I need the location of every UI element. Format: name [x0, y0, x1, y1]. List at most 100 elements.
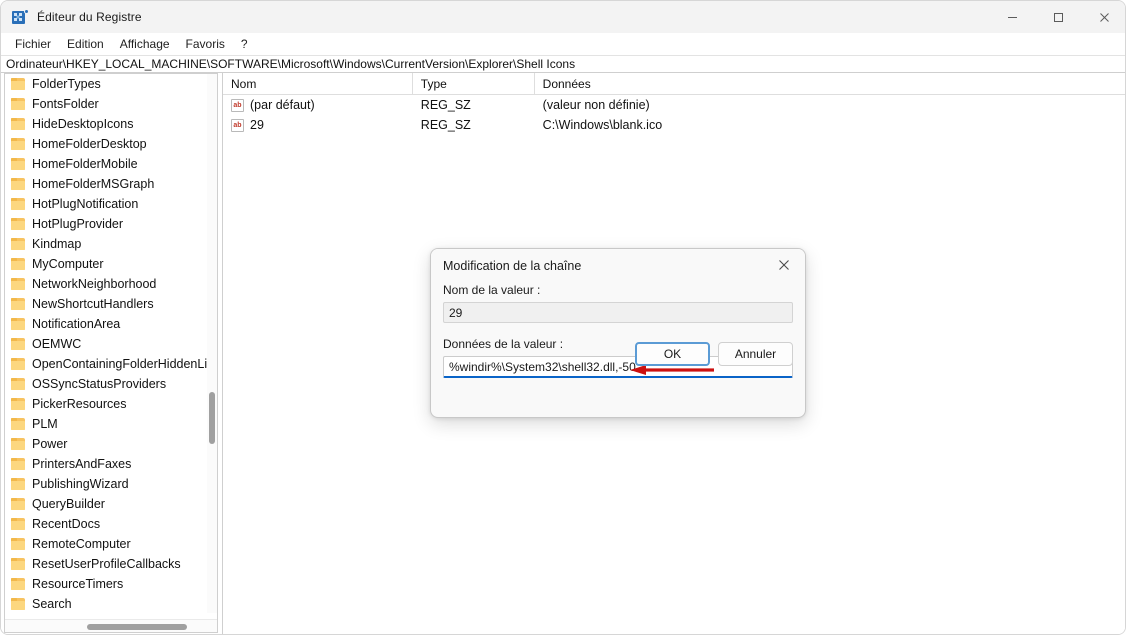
- value-row[interactable]: ab 29 REG_SZ C:\Windows\blank.ico: [223, 115, 1125, 135]
- tree-item[interactable]: HideDesktopIcons: [5, 114, 209, 134]
- registry-editor-icon: [12, 8, 29, 25]
- tree-item[interactable]: HomeFolderMSGraph: [5, 174, 209, 194]
- tree-item[interactable]: HomeFolderMobile: [5, 154, 209, 174]
- tree-item[interactable]: HotPlugNotification: [5, 194, 209, 214]
- edit-string-dialog: Modification de la chaîne Nom de la vale…: [430, 248, 806, 418]
- tree-item[interactable]: FontsFolder: [5, 94, 209, 114]
- folder-icon: [11, 158, 25, 170]
- tree-vertical-scrollbar[interactable]: [207, 74, 217, 613]
- folder-icon: [11, 478, 25, 490]
- tree-item[interactable]: Power: [5, 434, 209, 454]
- tree-item-label: Power: [32, 437, 68, 451]
- maximize-icon[interactable]: [1035, 1, 1081, 33]
- tree-item[interactable]: MyComputer: [5, 254, 209, 274]
- tree-item-label: OSSyncStatusProviders: [32, 377, 167, 391]
- folder-icon: [11, 598, 25, 610]
- registry-editor-window: Éditeur du Registre Fichier Edition Affi…: [0, 0, 1126, 635]
- tree-vertical-scrollbar-thumb[interactable]: [209, 392, 215, 444]
- folder-icon: [11, 118, 25, 130]
- folder-icon: [11, 378, 25, 390]
- ok-button[interactable]: OK: [635, 342, 710, 366]
- tree-item-label: PLM: [32, 417, 58, 431]
- folder-icon: [11, 98, 25, 110]
- tree-item[interactable]: FolderTypes: [5, 74, 209, 94]
- tree-item[interactable]: NotificationArea: [5, 314, 209, 334]
- menu-item-edition[interactable]: Edition: [59, 34, 112, 54]
- value-data-text: %windir%\System32\shell32.dll,-50: [449, 359, 636, 374]
- tree-item-label: Kindmap: [32, 237, 82, 251]
- window-titlebar: Éditeur du Registre: [1, 1, 1125, 33]
- dialog-titlebar: Modification de la chaîne: [431, 249, 805, 283]
- menu-item-help[interactable]: ?: [233, 34, 256, 54]
- tree-item-label: HotPlugProvider: [32, 217, 124, 231]
- close-icon[interactable]: [1081, 1, 1125, 33]
- column-header-data[interactable]: Données: [535, 73, 1125, 94]
- tree-item[interactable]: OSSyncStatusProviders: [5, 374, 209, 394]
- value-name-input[interactable]: 29: [443, 302, 793, 323]
- value-type-cell: REG_SZ: [413, 118, 535, 132]
- string-value-icon: ab: [231, 98, 244, 112]
- dialog-close-icon[interactable]: [763, 249, 805, 281]
- tree-item[interactable]: OpenContainingFolderHiddenList: [5, 354, 209, 374]
- tree-horizontal-scrollbar-thumb[interactable]: [87, 624, 187, 630]
- value-data-text: (valeur non définie): [542, 98, 650, 112]
- tree-item[interactable]: PublishingWizard: [5, 474, 209, 494]
- registry-tree-pane: FolderTypes FontsFolder HideDesktopIcons Ho…: [4, 73, 218, 633]
- tree-item-label: HomeFolderMSGraph: [32, 177, 155, 191]
- tree-item[interactable]: PrintersAndFaxes: [5, 454, 209, 474]
- folder-icon: [11, 498, 25, 510]
- value-type-cell: REG_SZ: [413, 98, 535, 112]
- tree-item[interactable]: OEMWC: [5, 334, 209, 354]
- value-name-label: Nom de la valeur :: [443, 283, 541, 297]
- menu-item-affichage[interactable]: Affichage: [112, 34, 178, 54]
- tree-item-label: NotificationArea: [32, 317, 121, 331]
- value-data-text: C:\Windows\blank.ico: [542, 118, 663, 132]
- tree-item[interactable]: ResourceTimers: [5, 574, 209, 594]
- column-header-type[interactable]: Type: [413, 73, 535, 94]
- tree-item[interactable]: RemoteComputer: [5, 534, 209, 554]
- folder-icon: [11, 198, 25, 210]
- values-column-header: Nom Type Données: [223, 73, 1125, 95]
- registry-path: Ordinateur\HKEY_LOCAL_MACHINE\SOFTWARE\M…: [6, 57, 576, 71]
- tree-item-label: OEMWC: [32, 337, 82, 351]
- tree-item-label: HideDesktopIcons: [32, 117, 134, 131]
- tree-item-label: HomeFolderMobile: [32, 157, 138, 171]
- menu-item-favoris[interactable]: Favoris: [178, 34, 233, 54]
- tree-item[interactable]: ResetUserProfileCallbacks: [5, 554, 209, 574]
- tree-item[interactable]: RecentDocs: [5, 514, 209, 534]
- tree-item-label: OpenContainingFolderHiddenList: [32, 357, 209, 371]
- tree-item[interactable]: QueryBuilder: [5, 494, 209, 514]
- menu-item-fichier[interactable]: Fichier: [7, 34, 59, 54]
- folder-icon: [11, 518, 25, 530]
- tree-item-label: PublishingWizard: [32, 477, 129, 491]
- column-header-name[interactable]: Nom: [223, 73, 413, 94]
- tree-item[interactable]: HotPlugProvider: [5, 214, 209, 234]
- tree-item-label: NetworkNeighborhood: [32, 277, 157, 291]
- tree-item[interactable]: Search: [5, 594, 209, 613]
- folder-icon: [11, 278, 25, 290]
- folder-icon: [11, 338, 25, 350]
- tree-item-label: RemoteComputer: [32, 537, 131, 551]
- values-list: ab (par défaut) REG_SZ (valeur non définie)…: [223, 95, 1125, 135]
- tree-horizontal-scrollbar[interactable]: [5, 619, 217, 632]
- tree-item[interactable]: PLM: [5, 414, 209, 434]
- folder-icon: [11, 358, 25, 370]
- tree-item-label: PickerResources: [32, 397, 127, 411]
- tree-item[interactable]: HomeFolderDesktop: [5, 134, 209, 154]
- address-bar[interactable]: Ordinateur\HKEY_LOCAL_MACHINE\SOFTWARE\M…: [1, 55, 1125, 73]
- registry-tree-list: FolderTypes FontsFolder HideDesktopIcons Ho…: [5, 74, 209, 613]
- tree-item[interactable]: NewShortcutHandlers: [5, 294, 209, 314]
- tree-item-label: NewShortcutHandlers: [32, 297, 154, 311]
- tree-item[interactable]: Kindmap: [5, 234, 209, 254]
- window-title: Éditeur du Registre: [37, 9, 142, 24]
- value-name-cell: ab 29: [223, 118, 413, 132]
- menubar: Fichier Edition Affichage Favoris ?: [1, 33, 1125, 55]
- tree-item-label: HomeFolderDesktop: [32, 137, 147, 151]
- minimize-icon[interactable]: [989, 1, 1035, 33]
- tree-item[interactable]: NetworkNeighborhood: [5, 274, 209, 294]
- value-data-cell: C:\Windows\blank.ico: [535, 118, 1125, 132]
- cancel-button[interactable]: Annuler: [718, 342, 793, 366]
- tree-item[interactable]: PickerResources: [5, 394, 209, 414]
- value-row[interactable]: ab (par défaut) REG_SZ (valeur non définie): [223, 95, 1125, 115]
- window-controls: [989, 1, 1125, 33]
